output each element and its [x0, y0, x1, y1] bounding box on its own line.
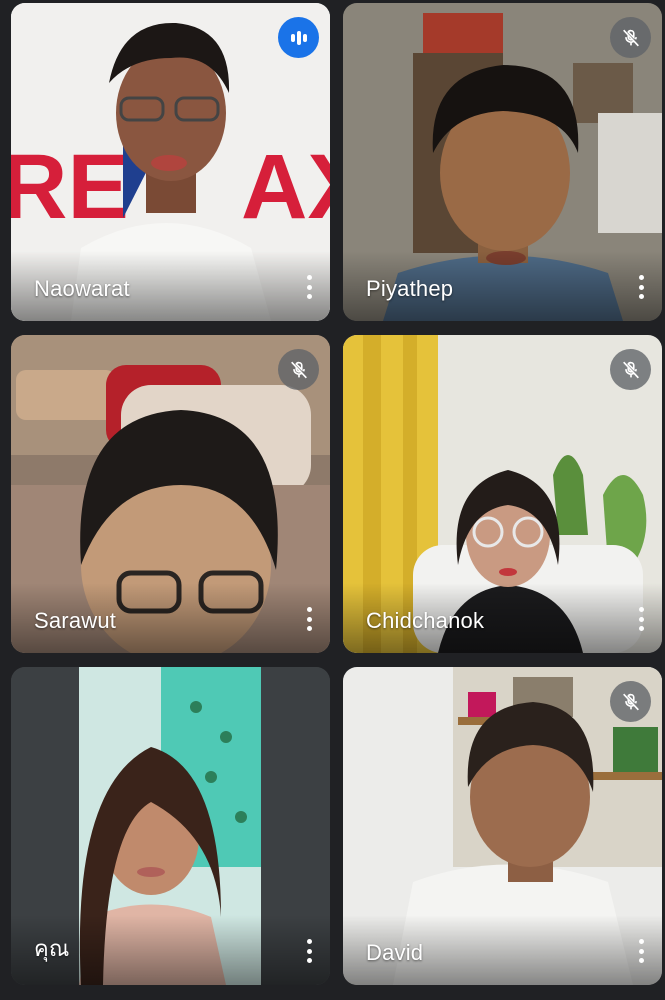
background-logo: RE [11, 136, 129, 238]
participant-grid: RE AX Naowarat [0, 0, 665, 1000]
more-options-button[interactable] [298, 604, 320, 634]
more-options-button[interactable] [630, 604, 652, 634]
participant-tile-piyathep[interactable]: Piyathep [343, 3, 662, 321]
mic-off-icon [622, 361, 639, 378]
participant-name: David [366, 940, 424, 965]
participant-name: Sarawut [34, 608, 117, 633]
more-options-button[interactable] [298, 936, 320, 966]
muted-indicator [610, 349, 651, 390]
svg-text:AX: AX [241, 136, 330, 238]
participant-tile-david[interactable]: David [343, 667, 662, 985]
muted-indicator [610, 17, 651, 58]
more-vert-icon [638, 939, 644, 944]
muted-indicator [610, 681, 651, 722]
muted-indicator [278, 349, 319, 390]
more-options-button[interactable] [630, 272, 652, 302]
participant-name: Piyathep [366, 276, 454, 301]
mic-off-icon [622, 29, 639, 46]
more-vert-icon [638, 275, 644, 280]
participant-name: คุณ [34, 936, 70, 961]
participant-name: Naowarat [34, 276, 130, 301]
more-vert-icon [306, 275, 312, 280]
participant-tile-chidchanok[interactable]: Chidchanok [343, 335, 662, 653]
audio-level-icon [290, 30, 307, 45]
participant-tile-self[interactable]: คุณ [11, 667, 330, 985]
mic-off-icon [622, 693, 639, 710]
mic-off-icon [290, 361, 307, 378]
participant-tile-sarawut[interactable]: Sarawut [11, 335, 330, 653]
participant-name: Chidchanok [366, 608, 485, 633]
more-vert-icon [638, 607, 644, 612]
participant-tile-naowarat[interactable]: RE AX Naowarat [11, 3, 330, 321]
more-vert-icon [306, 939, 312, 944]
speaking-indicator [278, 17, 319, 58]
more-options-button[interactable] [630, 936, 652, 966]
more-vert-icon [306, 607, 312, 612]
more-options-button[interactable] [298, 272, 320, 302]
